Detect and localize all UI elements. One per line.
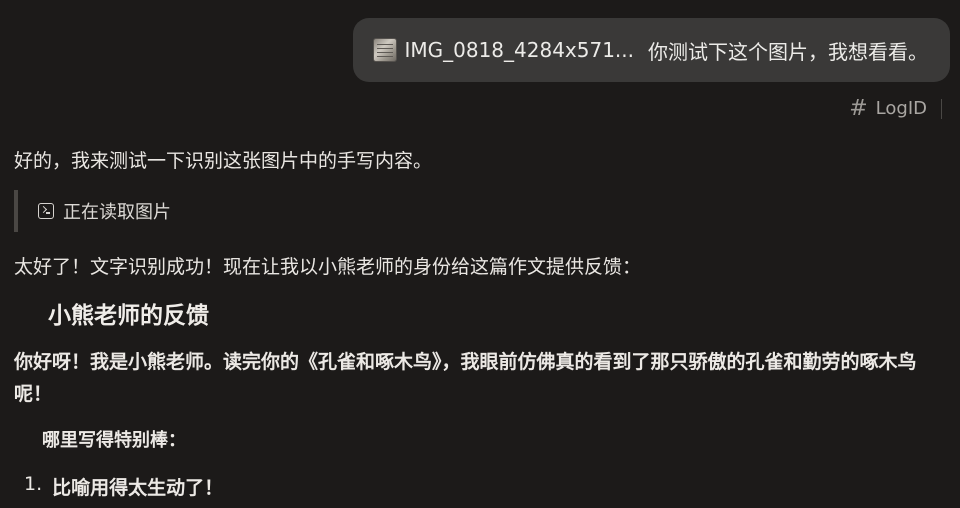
hash-icon: #: [849, 96, 868, 121]
terminal-icon: [38, 203, 54, 219]
feedback-subheading: 哪里写得特别棒：: [42, 430, 186, 451]
list-item-text: 比喻用得太生动了！: [52, 477, 224, 499]
assistant-intro-text: 好的，我来测试一下识别这张图片中的手写内容。: [14, 150, 433, 172]
tool-call-status[interactable]: 正在读取图片: [14, 190, 171, 232]
chat-page: IMG_0818_4284x571... 你测试下这个图片，我想看看。 # Lo…: [0, 0, 960, 508]
assistant-after-tool-text: 太好了！文字识别成功！现在让我以小熊老师的身份给这篇作文提供反馈：: [14, 256, 642, 278]
feedback-paragraph: 你好呀！我是小熊老师。读完你的《孔雀和啄木鸟》，我眼前仿佛真的看到了那只骄傲的孔…: [14, 351, 917, 405]
tool-status-label: 正在读取图片: [63, 202, 171, 223]
divider: [941, 98, 942, 119]
user-message-text: 你测试下这个图片，我想看看。: [648, 39, 928, 64]
image-thumbnail-icon[interactable]: [373, 38, 398, 62]
list-item-number: 1.: [24, 473, 43, 495]
user-message-bubble: IMG_0818_4284x571... 你测试下这个图片，我想看看。: [353, 18, 950, 82]
logid-button[interactable]: # LogID: [849, 96, 942, 121]
logid-label: LogID: [875, 98, 927, 119]
feedback-heading: 小熊老师的反馈: [48, 303, 209, 329]
list-item: 1. 比喻用得太生动了！: [24, 473, 223, 500]
image-attachment[interactable]: IMG_0818_4284x571...: [373, 38, 634, 62]
attachment-filename[interactable]: IMG_0818_4284x571...: [404, 38, 634, 62]
